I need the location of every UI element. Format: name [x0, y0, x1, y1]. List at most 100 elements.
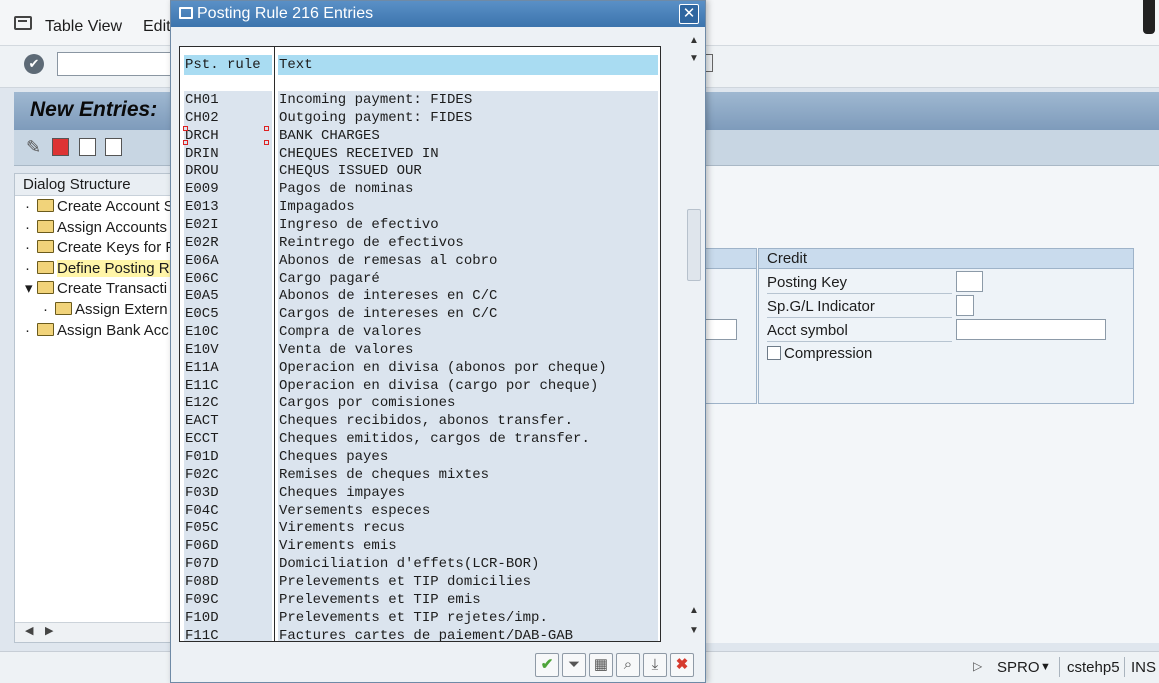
- cell-pst-rule[interactable]: F05C: [184, 519, 272, 538]
- table-row[interactable]: DROU CHEQUS ISSUED OUR: [180, 162, 660, 181]
- cell-pst-rule[interactable]: F04C: [184, 501, 272, 520]
- cell-pst-rule[interactable]: DROU: [184, 162, 272, 181]
- cell-pst-rule[interactable]: F07D: [184, 555, 272, 574]
- cell-pst-rule[interactable]: E02R: [184, 233, 272, 252]
- cell-text[interactable]: Impagados: [278, 198, 658, 217]
- table-row[interactable]: E12C Cargos por comisiones: [180, 394, 660, 413]
- menu-table-view[interactable]: Table View: [45, 18, 122, 36]
- cell-text[interactable]: Cheques emitidos, cargos de transfer.: [278, 430, 658, 449]
- posting-key-input[interactable]: [956, 271, 983, 292]
- cell-text[interactable]: Cheques recibidos, abonos transfer.: [278, 412, 658, 431]
- table-row[interactable]: E06C Cargo pagaré: [180, 269, 660, 288]
- table-row[interactable]: E0C5 Cargos de intereses en C/C: [180, 305, 660, 324]
- scrollbar-thumb[interactable]: [687, 209, 701, 281]
- cell-pst-rule[interactable]: DRIN: [184, 144, 272, 163]
- cell-text[interactable]: Pagos de nominas: [278, 180, 658, 199]
- cell-pst-rule[interactable]: F09C: [184, 590, 272, 609]
- cell-text[interactable]: CHEQUS ISSUED OUR: [278, 162, 658, 181]
- table-row[interactable]: E10C Compra de valores: [180, 323, 660, 342]
- command-field[interactable]: [57, 52, 177, 76]
- confirm-check-button[interactable]: ✔: [535, 653, 559, 677]
- cell-text[interactable]: Prelevements et TIP emis: [278, 590, 658, 609]
- acct-symbol-input[interactable]: [956, 319, 1106, 340]
- status-dropdown-icon[interactable]: ▼: [1040, 661, 1051, 673]
- cell-text[interactable]: Virements emis: [278, 537, 658, 556]
- cell-text[interactable]: Remises de cheques mixtes: [278, 465, 658, 484]
- cell-pst-rule[interactable]: E12C: [184, 394, 272, 413]
- cell-text[interactable]: Domiciliation d'effets(LCR-BOR): [278, 555, 658, 574]
- table-row[interactable]: E11C Operacion en divisa (cargo por chequ…: [180, 376, 660, 395]
- paste-icon[interactable]: [105, 138, 122, 156]
- table-row[interactable]: F08D Prelevements et TIP domicilies: [180, 572, 660, 591]
- cell-text[interactable]: Cargos por comisiones: [278, 394, 658, 413]
- column-header-pst-rule[interactable]: Pst. rule: [184, 55, 272, 75]
- cell-pst-rule[interactable]: E02I: [184, 215, 272, 234]
- enter-check-icon[interactable]: ✔: [24, 54, 44, 74]
- table-row[interactable]: DRIN CHEQUES RECEIVED IN: [180, 144, 660, 163]
- cell-pst-rule[interactable]: DRCH: [184, 126, 272, 145]
- cell-text[interactable]: Prelevements et TIP domicilies: [278, 572, 658, 591]
- cell-text[interactable]: Versements especes: [278, 501, 658, 520]
- dialog-close-button[interactable]: ✕: [679, 4, 699, 24]
- table-row[interactable]: ECCT Cheques emitidos, cargos de transfer…: [180, 430, 660, 449]
- cell-text[interactable]: Cheques impayes: [278, 483, 658, 502]
- system-menu-icon[interactable]: [14, 16, 32, 30]
- filter-icon[interactable]: ⏷: [562, 653, 586, 677]
- cell-pst-rule[interactable]: F08D: [184, 572, 272, 591]
- cell-text[interactable]: Virements recus: [278, 519, 658, 538]
- scroll-right-icon[interactable]: ▶: [45, 624, 53, 637]
- tree-node-assign-bank-accounts[interactable]: · Assign Bank Acc: [25, 321, 169, 341]
- cell-pst-rule[interactable]: ECCT: [184, 430, 272, 449]
- copy-icon[interactable]: [79, 138, 96, 156]
- table-row[interactable]: E10V Venta de valores: [180, 340, 660, 359]
- delete-icon[interactable]: [52, 138, 69, 156]
- table-row[interactable]: F01D Cheques payes: [180, 448, 660, 466]
- cell-pst-rule[interactable]: CH01: [184, 91, 272, 109]
- cell-text[interactable]: BANK CHARGES: [278, 126, 658, 145]
- table-row[interactable]: DRCH BANK CHARGES: [180, 126, 660, 145]
- cell-text[interactable]: Compra de valores: [278, 323, 658, 342]
- column-header-text[interactable]: Text: [278, 55, 658, 75]
- find-binoculars-icon[interactable]: ⌕: [616, 653, 640, 677]
- cell-pst-rule[interactable]: E11C: [184, 376, 272, 395]
- cell-text[interactable]: CHEQUES RECEIVED IN: [278, 144, 658, 163]
- cell-text[interactable]: Outgoing payment: FIDES: [278, 108, 658, 127]
- cell-pst-rule[interactable]: F02C: [184, 465, 272, 484]
- cell-text[interactable]: Reintrego de efectivos: [278, 233, 658, 252]
- cancel-x-button[interactable]: ✖: [670, 653, 694, 677]
- scroll-left-icon[interactable]: ◀: [25, 624, 33, 637]
- cell-pst-rule[interactable]: F01D: [184, 448, 272, 466]
- tree-node-create-account[interactable]: · Create Account S: [25, 197, 174, 217]
- cell-text[interactable]: Incoming payment: FIDES: [278, 91, 658, 109]
- cell-pst-rule[interactable]: F06D: [184, 537, 272, 556]
- cell-text[interactable]: Cheques payes: [278, 448, 658, 466]
- table-row[interactable]: F10D Prelevements et TIP rejetes/imp.: [180, 608, 660, 627]
- edit-pen-icon[interactable]: ✎: [26, 138, 43, 156]
- cell-pst-rule[interactable]: E009: [184, 180, 272, 199]
- table-row[interactable]: E0A5 Abonos de intereses en C/C: [180, 287, 660, 306]
- table-row[interactable]: E11A Operacion en divisa (abonos por cheq…: [180, 358, 660, 377]
- table-row[interactable]: EACT Cheques recibidos, abonos transfer.: [180, 412, 660, 431]
- table-row[interactable]: F03D Cheques impayes: [180, 483, 660, 502]
- cell-pst-rule[interactable]: F11C: [184, 626, 272, 641]
- table-row[interactable]: F07D Domiciliation d'effets(LCR-BOR): [180, 555, 660, 574]
- tree-node-assign-external[interactable]: · Assign Extern: [43, 300, 168, 320]
- cell-text[interactable]: Abonos de remesas al cobro: [278, 251, 658, 270]
- table-row[interactable]: CH02 Outgoing payment: FIDES: [180, 108, 660, 127]
- cell-pst-rule[interactable]: F03D: [184, 483, 272, 502]
- table-row[interactable]: E06A Abonos de remesas al cobro: [180, 251, 660, 270]
- cell-pst-rule[interactable]: EACT: [184, 412, 272, 431]
- table-row[interactable]: CH01 Incoming payment: FIDES: [180, 91, 660, 109]
- cell-text[interactable]: Operacion en divisa (cargo por cheque): [278, 376, 658, 395]
- cell-pst-rule[interactable]: E0C5: [184, 305, 272, 324]
- cell-text[interactable]: Factures cartes de paiement/DAB-GAB: [278, 626, 658, 641]
- table-row[interactable]: E02I Ingreso de efectivo: [180, 215, 660, 234]
- cell-pst-rule[interactable]: F10D: [184, 608, 272, 627]
- cell-text[interactable]: Ingreso de efectivo: [278, 215, 658, 234]
- debit-field[interactable]: [701, 319, 737, 340]
- cell-text[interactable]: Venta de valores: [278, 340, 658, 359]
- tree-node-create-keys[interactable]: · Create Keys for P: [25, 238, 175, 258]
- cell-text[interactable]: Operacion en divisa (abonos por cheque): [278, 358, 658, 377]
- compression-checkbox[interactable]: Compression: [767, 344, 872, 364]
- cell-text[interactable]: Abonos de intereses en C/C: [278, 287, 658, 306]
